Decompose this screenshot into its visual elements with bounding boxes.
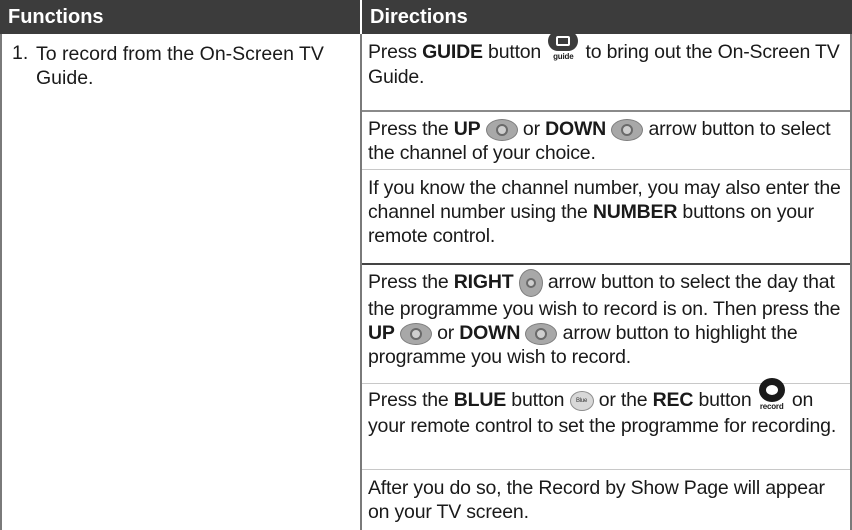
blue-button-icon: Blue (569, 391, 594, 411)
direction-step-number: If you know the channel number, you may … (368, 177, 841, 247)
direction-step-guide: Press GUIDE button guide to bring out th… (368, 30, 844, 89)
row-divider (362, 110, 850, 112)
row-divider (362, 169, 850, 170)
direction-step-channel: Press the UP or DOWN arrow button to sel… (368, 118, 831, 164)
direction-step-confirm: After you do so, the Record by Show Page… (368, 477, 825, 523)
column-divider (360, 34, 362, 530)
function-text: To record from the On-Screen TV Guide. (36, 43, 324, 89)
directions-header: Directions (362, 0, 852, 34)
direction-step-select-programme: Press the RIGHT arrow button to select t… (368, 269, 844, 369)
row-divider (362, 469, 850, 470)
down-arrow-button-icon (611, 118, 644, 141)
left-border (0, 34, 2, 530)
up-arrow-button-icon (485, 118, 518, 141)
instructions-table: Functions Directions 1. To record from t… (0, 0, 852, 530)
guide-button-icon: guide (546, 30, 580, 65)
row-divider (362, 263, 850, 265)
direction-step-record: Press the BLUE button Blue or the REC bu… (368, 378, 844, 438)
record-button-icon: record (757, 378, 787, 414)
down-arrow-button-icon (525, 322, 558, 345)
right-arrow-button-icon (518, 269, 543, 297)
functions-header: Functions (0, 0, 360, 34)
function-number: 1. (12, 42, 29, 64)
up-arrow-button-icon (399, 322, 432, 345)
